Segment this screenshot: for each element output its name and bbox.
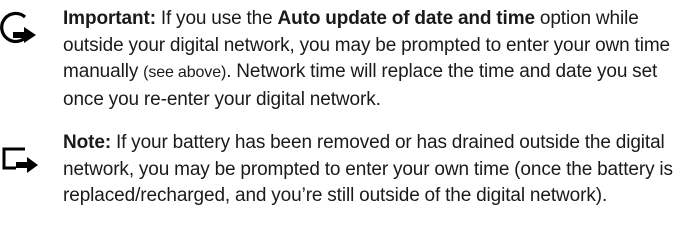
important-arrow-icon xyxy=(0,8,42,48)
important-label: Important: xyxy=(63,8,156,29)
important-text-before: If you use the xyxy=(155,8,278,29)
note-arrow-icon xyxy=(0,142,42,182)
important-aside: (see above) xyxy=(143,64,227,81)
note-label: Note: xyxy=(63,132,112,153)
important-text: Important: If you use the Auto update of… xyxy=(63,6,679,113)
note-text: Note: If your battery has been removed o… xyxy=(63,130,679,210)
important-emphasis: Auto update of date and time xyxy=(277,8,535,29)
note-body: If your battery has been removed or has … xyxy=(63,132,673,206)
